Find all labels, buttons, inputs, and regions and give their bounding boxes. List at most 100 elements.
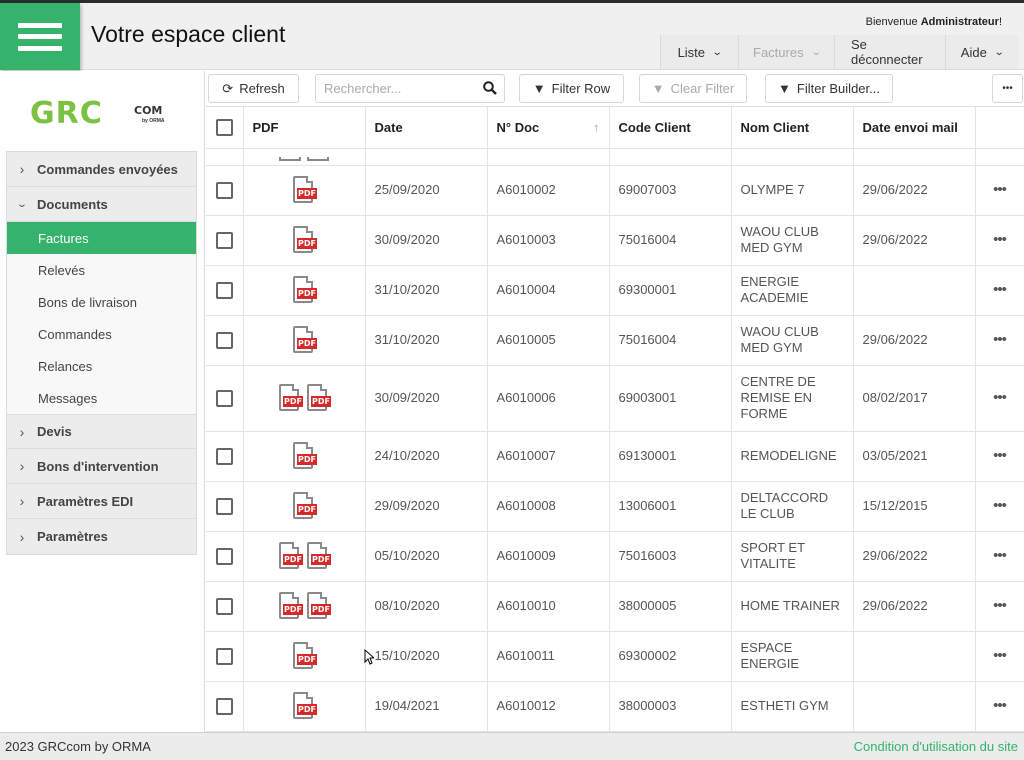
pdf-cell: PDF [243, 165, 366, 216]
row-checkbox[interactable] [215, 597, 233, 615]
cell-date-envoi-mail: 29/06/2022 [853, 315, 976, 366]
row-checkbox[interactable] [215, 281, 233, 299]
sidebar-item-messages[interactable]: Messages [7, 382, 196, 414]
partial-cell [365, 148, 488, 166]
column-header-date[interactable]: Date [365, 107, 488, 149]
row-actions-button[interactable]: ••• [975, 631, 1024, 682]
row-checkbox[interactable] [215, 547, 233, 565]
sidebar-item-bons-de-livraison[interactable]: Bons de livraison [7, 286, 196, 318]
nav-liste[interactable]: Liste ⌄ [660, 35, 738, 69]
table-row[interactable]: PDF 30/09/2020 A6010003 75016004 WAOU CLUB M… [206, 215, 1024, 266]
row-actions-button[interactable]: ••• [975, 165, 1024, 216]
cell-date-envoi-mail: 29/06/2022 [853, 581, 976, 632]
sidebar-group-devis[interactable]: › Devis [7, 414, 196, 449]
hamburger-menu-button[interactable] [0, 3, 80, 70]
pdf-file-icon[interactable]: PDF [291, 225, 317, 255]
pdf-file-icon[interactable]: PDF [291, 275, 317, 305]
table-row[interactable]: PDF 24/10/2020 A6010007 69130001 REMODELIGNE… [206, 431, 1024, 482]
pdf-file-icon[interactable]: PDF [291, 491, 317, 521]
pdf-fold [320, 542, 327, 549]
pdf-fold [306, 326, 313, 333]
table-row[interactable]: PDF 31/10/2020 A6010004 69300001 ENERGIE ACA… [206, 265, 1024, 316]
row-actions-button[interactable]: ••• [975, 215, 1024, 266]
pdf-file-icon[interactable]: PDF [305, 383, 331, 413]
cell-date: 24/10/2020 [365, 431, 488, 482]
nav-aide[interactable]: Aide ⌄ [945, 35, 1018, 69]
row-checkbox[interactable] [215, 181, 233, 199]
row-actions-button[interactable]: ••• [975, 531, 1024, 582]
pdf-cell: PDF [243, 265, 366, 316]
pdf-file-icon[interactable]: PDF [291, 325, 317, 355]
table-row[interactable]: PDF 25/09/2020 A6010002 69007003 OLYMPE 7 29/… [206, 165, 1024, 216]
row-checkbox[interactable] [215, 647, 233, 665]
column-header-date-envoi-mail[interactable]: Date envoi mail [853, 107, 976, 149]
pdf-file-icon[interactable]: PDF [305, 541, 331, 571]
pdf-fold [306, 276, 313, 283]
sidebar-item-factures[interactable]: Factures [7, 222, 196, 254]
nav-factures[interactable]: Factures ⌄ [738, 35, 834, 69]
filter-builder-label: Filter Builder... [796, 81, 880, 96]
grid-toolbar: ⟳ Refresh ▼ Filter Row ▼ Clear Filter ▼ Filt… [206, 71, 1024, 106]
pdf-tag: PDF [297, 704, 317, 715]
select-all-checkbox[interactable] [215, 118, 233, 136]
column-header-code-client[interactable]: Code Client [609, 107, 732, 149]
row-checkbox[interactable] [215, 331, 233, 349]
clear-filter-label: Clear Filter [670, 81, 735, 96]
table-row[interactable]: PDF PDF 08/10/2020 A6010010 38000005 HOME TRA… [206, 581, 1024, 632]
pdf-tag: PDF [311, 396, 331, 407]
terms-link[interactable]: Condition d'utilisation du site [854, 739, 1018, 754]
logout-button[interactable]: Se déconnecter [834, 35, 945, 69]
column-header-doc[interactable]: N° Doc ↑ [487, 107, 610, 149]
search-icon[interactable] [482, 80, 498, 96]
sidebar-group-documents[interactable]: ⌄ Documents [7, 187, 196, 222]
column-header-pdf[interactable]: PDF [243, 107, 366, 149]
sidebar-group-parametres[interactable]: › Paramètres [7, 519, 196, 554]
pdf-file-icon[interactable]: PDF [291, 641, 317, 671]
row-checkbox[interactable] [215, 697, 233, 715]
filter-row-button[interactable]: ▼ Filter Row [519, 74, 624, 103]
cell-doc-number: A6010012 [487, 681, 610, 732]
row-actions-button[interactable]: ••• [975, 365, 1024, 432]
sidebar-group-bons-intervention[interactable]: › Bons d'intervention [7, 449, 196, 484]
sidebar-item-commandes[interactable]: Commandes [7, 318, 196, 350]
sidebar-group-parametres-edi[interactable]: › Paramètres EDI [7, 484, 196, 519]
column-header-nom-client[interactable]: Nom Client [731, 107, 854, 149]
table-row[interactable]: PDF 29/09/2020 A6010008 13006001 DELTACCORD … [206, 481, 1024, 532]
row-checkbox[interactable] [215, 231, 233, 249]
pdf-file-icon[interactable]: PDF [291, 691, 317, 721]
pdf-file-icon[interactable]: PDF [305, 591, 331, 621]
row-actions-button[interactable]: ••• [975, 481, 1024, 532]
table-row[interactable]: PDF PDF 30/09/2020 A6010006 69003001 CENTRE D… [206, 365, 1024, 432]
row-actions-button[interactable]: ••• [975, 315, 1024, 366]
clear-filter-button[interactable]: ▼ Clear Filter [639, 74, 747, 103]
row-actions-button[interactable]: ••• [975, 265, 1024, 316]
sidebar-group-commandes-envoyees[interactable]: › Commandes envoyées [7, 152, 196, 187]
row-checkbox[interactable] [215, 389, 233, 407]
filter-builder-button[interactable]: ▼ Filter Builder... [765, 74, 893, 103]
pdf-file-icon[interactable]: PDF [277, 383, 303, 413]
nav-factures-label: Factures [753, 44, 804, 60]
refresh-button[interactable]: ⟳ Refresh [208, 74, 299, 103]
select-all-cell [206, 107, 244, 149]
pdf-file-icon[interactable]: PDF [277, 541, 303, 571]
pdf-tag: PDF [311, 554, 331, 565]
sidebar-item-relances[interactable]: Relances [7, 350, 196, 382]
search-input[interactable] [316, 75, 476, 102]
cell-doc-number: A6010006 [487, 365, 610, 432]
table-row[interactable]: PDF PDF 05/10/2020 A6010009 75016003 SPORT ET… [206, 531, 1024, 582]
row-checkbox[interactable] [215, 497, 233, 515]
cell-date: 29/09/2020 [365, 481, 488, 532]
toolbar-more-button[interactable]: ••• [992, 74, 1023, 103]
table-row[interactable]: PDF 31/10/2020 A6010005 75016004 WAOU CLUB M… [206, 315, 1024, 366]
row-actions-button[interactable]: ••• [975, 681, 1024, 732]
partial-cell [975, 148, 1024, 166]
row-checkbox[interactable] [215, 447, 233, 465]
pdf-file-icon[interactable]: PDF [291, 175, 317, 205]
pdf-file-icon[interactable]: PDF [277, 591, 303, 621]
row-actions-button[interactable]: ••• [975, 581, 1024, 632]
pdf-file-icon[interactable]: PDF [291, 441, 317, 471]
table-row[interactable]: PDF 15/10/2020 A6010011 69300002 ESPACE ENER… [206, 631, 1024, 682]
row-actions-button[interactable]: ••• [975, 431, 1024, 482]
sidebar-item-releves[interactable]: Relevés [7, 254, 196, 286]
table-row[interactable]: PDF 19/04/2021 A6010012 38000003 ESTHETI GYM… [206, 681, 1024, 732]
